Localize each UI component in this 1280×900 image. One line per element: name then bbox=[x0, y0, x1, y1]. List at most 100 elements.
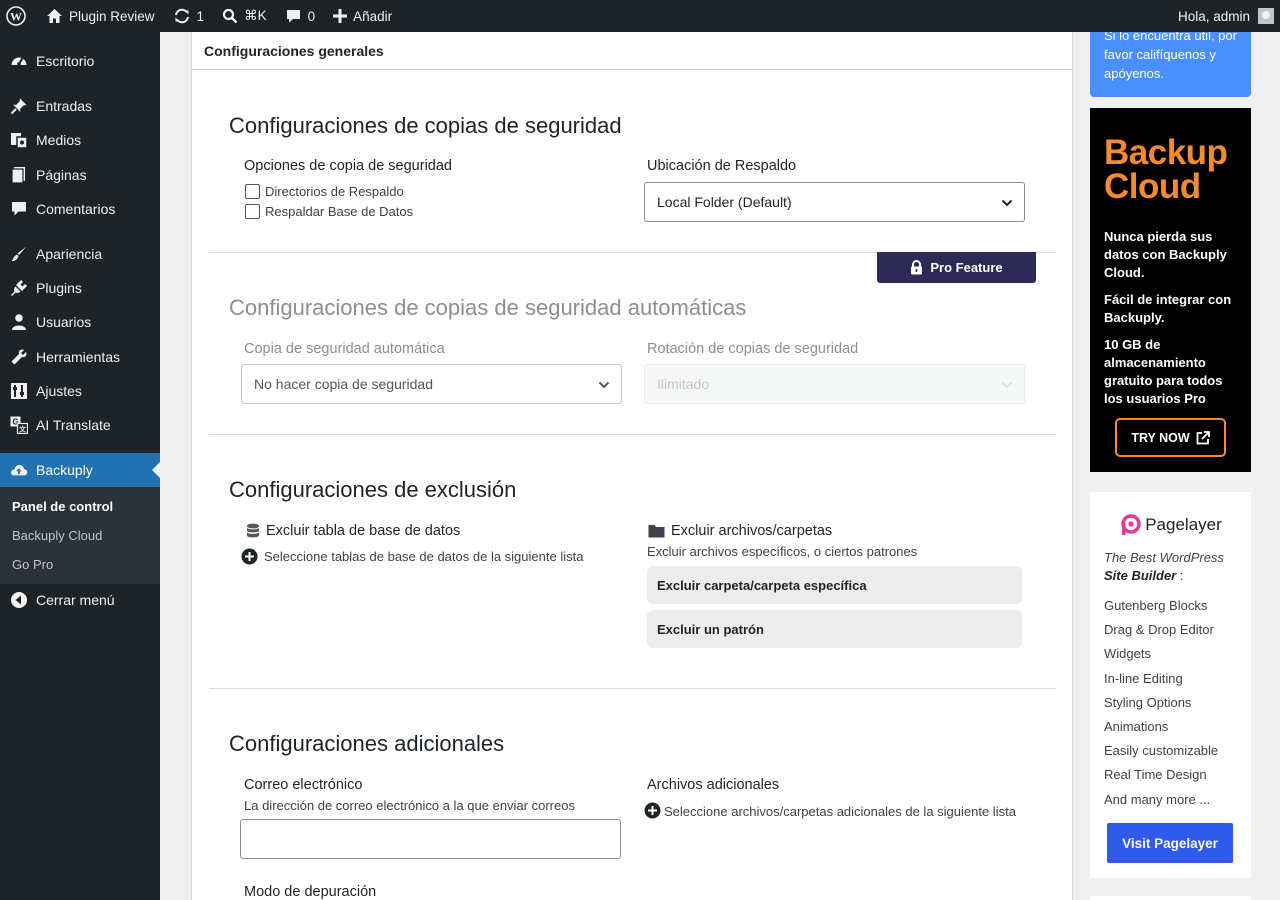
admin-sidebar: Escritorio Entradas Medios Páginas Comen… bbox=[0, 32, 160, 900]
visit-pagelayer-button[interactable]: Visit Pagelayer bbox=[1107, 823, 1233, 863]
user-icon bbox=[10, 313, 28, 331]
sidebar-item-backuply[interactable]: Backuply bbox=[0, 453, 160, 487]
backup-location-select[interactable]: Local Folder (Default) bbox=[644, 182, 1025, 222]
checkbox-box[interactable] bbox=[245, 184, 260, 199]
sidebar-item-label: Entradas bbox=[36, 98, 93, 114]
backup-rotation-label: Rotación de copias de seguridad bbox=[647, 341, 859, 357]
settings-panel: Configuraciones generales Configuracione… bbox=[191, 32, 1073, 900]
list-item: Drag & Drop Editor bbox=[1104, 622, 1214, 638]
backup-location-label: Ubicación de Respaldo bbox=[647, 158, 797, 174]
backup-settings-title: Configuraciones de copias de seguridad bbox=[229, 113, 622, 138]
sidebar-item-herramientas[interactable]: Herramientas bbox=[0, 340, 160, 374]
brush-icon bbox=[10, 245, 28, 263]
pagelayer-logo: Pagelayer bbox=[1104, 514, 1237, 536]
translate-icon: G文 bbox=[10, 416, 28, 434]
admin-bar: W Plugin Review 1 ⌘K 0 Añadir Hola, admi… bbox=[0, 0, 1280, 32]
checkbox-label: Directorios de Respaldo bbox=[265, 184, 404, 199]
sidebar-item-label: Medios bbox=[36, 132, 82, 148]
sidebar-item-label: AI Translate bbox=[36, 417, 111, 433]
plus-circle-icon bbox=[241, 548, 258, 565]
sidebar-item-plugins[interactable]: Plugins bbox=[0, 271, 160, 305]
sidebar-item-label: Plugins bbox=[36, 280, 82, 296]
site-name: Plugin Review bbox=[69, 8, 155, 24]
updates-link[interactable]: 1 bbox=[163, 0, 213, 32]
sidebar-item-ajustes[interactable]: Ajustes bbox=[0, 374, 160, 408]
pro-feature-badge[interactable]: Pro Feature bbox=[877, 252, 1036, 283]
backup-database-checkbox[interactable]: Respaldar Base de Datos bbox=[245, 204, 413, 219]
next-promo-card bbox=[1090, 896, 1251, 900]
list-item: In-line Editing bbox=[1104, 670, 1183, 686]
sidebar-item-label: Backuply bbox=[36, 462, 93, 478]
sidebar-item-usuarios[interactable]: Usuarios bbox=[0, 305, 160, 339]
search-shortcut: ⌘K bbox=[244, 8, 267, 23]
my-account[interactable]: Hola, admin bbox=[1178, 8, 1280, 24]
email-label: Correo electrónico bbox=[244, 777, 363, 793]
updates-count: 1 bbox=[196, 8, 205, 24]
select-value: Local Folder (Default) bbox=[657, 194, 792, 210]
comment-icon bbox=[286, 10, 300, 23]
plugin-icon bbox=[10, 279, 28, 297]
checkbox-label: Respaldar Base de Datos bbox=[265, 204, 414, 219]
sidebar-item-comentarios[interactable]: Comentarios bbox=[0, 192, 160, 226]
pagelayer-promo: Pagelayer The Best WordPress Site Builde… bbox=[1090, 492, 1251, 878]
avatar bbox=[1258, 8, 1274, 24]
comments-link[interactable]: 0 bbox=[275, 0, 324, 32]
collapse-menu-button[interactable]: Cerrar menú bbox=[0, 583, 160, 617]
rate-us-text: Si lo encuentra útil, por favor califíqu… bbox=[1104, 32, 1237, 81]
submenu-go-pro[interactable]: Go Pro bbox=[0, 552, 160, 581]
plus-circle-icon bbox=[644, 802, 661, 819]
backup-rotation-select[interactable]: Ilimitado bbox=[644, 364, 1025, 404]
add-new-label: Añadir bbox=[353, 8, 393, 24]
sidebar-item-ai-translate[interactable]: G文 AI Translate bbox=[0, 408, 160, 442]
submenu-backuply-cloud[interactable]: Backuply Cloud bbox=[0, 523, 160, 552]
add-new-link[interactable]: Añadir bbox=[323, 0, 400, 32]
checkbox-box[interactable] bbox=[245, 204, 260, 219]
select-db-tables-link[interactable]: Seleccione tablas de base de datos de la… bbox=[241, 548, 583, 565]
promo-text-1: Nunca pierda sus datos con Backuply Clou… bbox=[1104, 229, 1227, 280]
select-additional-files-link[interactable]: Seleccione archivos/carpetas adicionales… bbox=[644, 802, 1024, 822]
exclude-folder-button[interactable]: Excluir carpeta/carpeta específica bbox=[647, 566, 1022, 604]
try-now-button[interactable]: TRY NOW bbox=[1115, 418, 1226, 457]
select-value: Ilimitado bbox=[657, 376, 710, 392]
chevron-down-icon bbox=[1001, 199, 1013, 207]
sidebar-item-label: Ajustes bbox=[36, 383, 82, 399]
backuply-cloud-promo: Backup Cloud Nunca pierda sus datos con … bbox=[1090, 108, 1251, 472]
page-icon bbox=[10, 166, 28, 184]
additional-settings-title: Configuraciones adicionales bbox=[229, 731, 505, 756]
list-item: Widgets bbox=[1104, 646, 1151, 662]
email-field[interactable] bbox=[240, 819, 621, 859]
debug-mode-label: Modo de depuración bbox=[244, 884, 377, 900]
list-item: Styling Options bbox=[1104, 694, 1192, 710]
sidebar-item-label: Usuarios bbox=[36, 314, 92, 330]
cloud-upload-icon bbox=[10, 461, 28, 479]
wordpress-logo-icon[interactable]: W bbox=[0, 0, 38, 32]
sidebar-item-entradas[interactable]: Entradas bbox=[0, 89, 160, 123]
command-search-link[interactable]: ⌘K bbox=[212, 0, 275, 32]
exclude-pattern-button[interactable]: Excluir un patrón bbox=[647, 610, 1022, 648]
database-icon bbox=[247, 523, 259, 538]
plus-icon bbox=[333, 9, 348, 23]
rate-us-promo[interactable]: Si lo encuentra útil, por favor califíqu… bbox=[1090, 32, 1251, 97]
list-item: Animations bbox=[1104, 718, 1169, 734]
submenu-panel-de-control[interactable]: Panel de control bbox=[0, 494, 160, 523]
promo-text-3: 10 GB de almacenamiento gratuito para to… bbox=[1104, 337, 1223, 406]
sidebar-item-escritorio[interactable]: Escritorio bbox=[0, 44, 160, 78]
sidebar-item-label: Comentarios bbox=[36, 201, 116, 217]
backup-directories-checkbox[interactable]: Directorios de Respaldo bbox=[245, 184, 404, 199]
folder-icon bbox=[648, 525, 665, 538]
email-description: La dirección de correo electrónico a la … bbox=[244, 798, 575, 813]
sidebar-item-medios[interactable]: Medios bbox=[0, 123, 160, 157]
sidebar-item-paginas[interactable]: Páginas bbox=[0, 158, 160, 192]
sidebar-item-apariencia[interactable]: Apariencia bbox=[0, 237, 160, 271]
promo-text-2: Fácil de integrar con Backuply. bbox=[1104, 292, 1232, 325]
refresh-icon bbox=[174, 8, 189, 24]
auto-backup-select[interactable]: No hacer copia de seguridad bbox=[241, 364, 622, 404]
comment-icon bbox=[10, 200, 28, 218]
exclude-db-heading: Excluir tabla de base de datos bbox=[246, 523, 460, 539]
site-name-link[interactable]: Plugin Review bbox=[38, 0, 163, 32]
external-link-icon bbox=[1196, 430, 1210, 444]
list-item: Gutenberg Blocks bbox=[1104, 598, 1208, 613]
sidebar-item-label: Escritorio bbox=[36, 53, 95, 69]
wrench-icon bbox=[10, 348, 28, 366]
section-divider bbox=[209, 434, 1056, 435]
